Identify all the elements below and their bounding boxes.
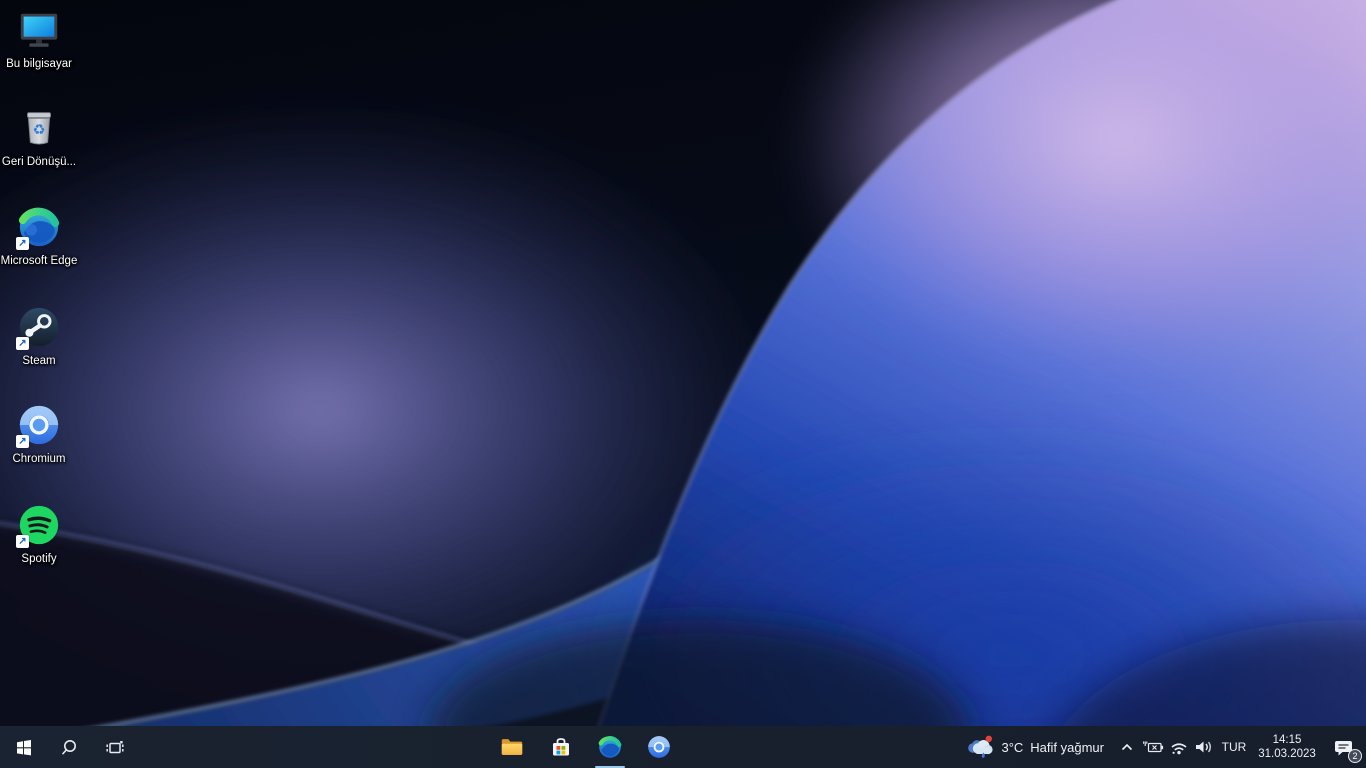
volume-button[interactable] — [1191, 726, 1216, 768]
microsoft-store-icon — [552, 738, 569, 756]
windows-logo-icon — [16, 739, 31, 755]
action-center-button[interactable]: 2 — [1322, 726, 1366, 768]
desktop-icon-steam[interactable]: ↗ Steam — [0, 303, 78, 368]
weather-temperature: 3°C — [1001, 739, 1024, 755]
network-status-button[interactable] — [1166, 726, 1191, 768]
search-icon — [61, 739, 76, 754]
edge-icon — [598, 736, 621, 758]
shortcut-arrow-icon: ↗ — [16, 535, 29, 548]
task-view-button[interactable] — [92, 726, 138, 768]
desktop-icon-this-pc[interactable]: Bu bilgisayar — [0, 6, 78, 71]
this-pc-icon — [20, 13, 58, 47]
chevron-up-icon — [1121, 743, 1133, 751]
desktop[interactable]: Bu bilgisayar ♻ Geri Dönüşü... ↗ Microso… — [0, 0, 1366, 768]
task-view-icon — [106, 740, 124, 753]
taskbar-chromium-button[interactable] — [634, 726, 683, 768]
start-button[interactable] — [0, 726, 46, 768]
taskbar-microsoft-edge-button[interactable] — [585, 726, 634, 768]
desktop-icon-recycle-bin[interactable]: ♻ Geri Dönüşü... — [0, 104, 78, 169]
language-indicator[interactable]: TUR — [1216, 740, 1252, 754]
clock-date: 31.03.2023 — [1258, 748, 1316, 760]
battery-status-button[interactable] — [1139, 726, 1166, 768]
desktop-icon-label: Bu bilgisayar — [6, 58, 72, 70]
taskbar-right-area: 3°C Hafif yağmur TUR 14:15 31.03.2023 2 — [953, 726, 1366, 768]
show-hidden-icons-button[interactable] — [1115, 726, 1139, 768]
shortcut-arrow-icon: ↗ — [16, 237, 29, 250]
shortcut-arrow-icon: ↗ — [16, 337, 29, 350]
shortcut-arrow-icon: ↗ — [16, 435, 29, 448]
desktop-icon-label: Chromium — [12, 453, 66, 465]
desktop-icon-label: Steam — [22, 355, 56, 367]
desktop-icon-label: Geri Dönüşü... — [1, 156, 77, 168]
weather-condition: Hafif yağmur — [1030, 739, 1104, 755]
weather-widget[interactable]: 3°C Hafif yağmur — [953, 726, 1115, 768]
desktop-icon-spotify[interactable]: ↗ Spotify — [0, 501, 78, 566]
volume-icon — [1195, 741, 1211, 753]
pinned-apps — [487, 726, 683, 768]
wallpaper — [0, 0, 1366, 768]
taskbar-clock[interactable]: 14:15 31.03.2023 — [1252, 733, 1322, 761]
recycle-bin-icon: ♻ — [27, 112, 51, 145]
weather-rain-icon — [968, 735, 994, 758]
clock-time: 14:15 — [1272, 734, 1302, 746]
desktop-icon-microsoft-edge[interactable]: ↗ Microsoft Edge — [0, 203, 78, 268]
taskbar: 3°C Hafif yağmur TUR 14:15 31.03.2023 2 — [0, 726, 1366, 768]
search-button[interactable] — [46, 726, 92, 768]
file-explorer-icon — [501, 739, 522, 755]
desktop-icon-chromium[interactable]: ↗ Chromium — [0, 401, 78, 466]
desktop-icon-label: Spotify — [21, 553, 57, 565]
battery-not-detected-icon — [1142, 741, 1163, 753]
svg-text:♻: ♻ — [33, 123, 46, 139]
taskbar-microsoft-store-button[interactable] — [536, 726, 585, 768]
desktop-icon-label: Microsoft Edge — [0, 255, 78, 267]
notification-count-badge: 2 — [1348, 749, 1362, 763]
chromium-icon — [647, 736, 670, 758]
taskbar-file-explorer-button[interactable] — [487, 726, 536, 768]
wifi-icon — [1170, 743, 1187, 755]
